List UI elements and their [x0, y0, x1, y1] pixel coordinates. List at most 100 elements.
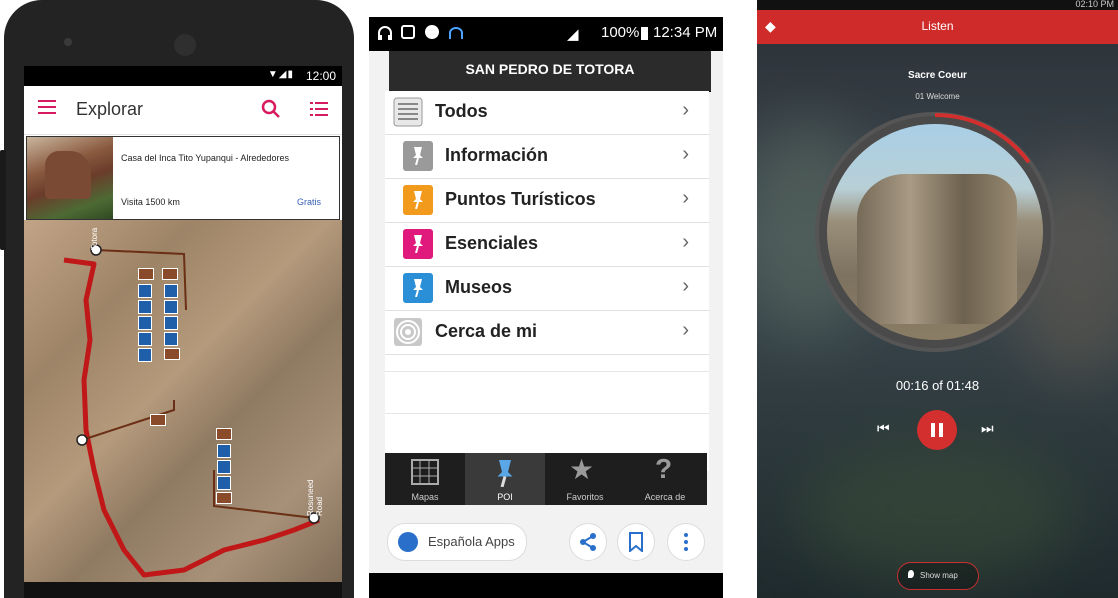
status-bar: ▼◢▮ 12:00: [24, 66, 342, 86]
skip-previous-icon[interactable]: ⏮: [877, 420, 890, 437]
tab-poi[interactable]: POI: [465, 453, 545, 505]
phone-side-button: [0, 150, 6, 250]
poi-icon[interactable]: [138, 300, 152, 314]
pause-button[interactable]: [917, 410, 957, 450]
chevron-right-icon: ›: [682, 231, 689, 253]
battery-icon: [641, 27, 648, 40]
chevron-right-icon: ›: [682, 143, 689, 165]
app-bar: ◆ Listen: [757, 10, 1118, 44]
route-overlay: [63, 244, 320, 578]
poi-icon[interactable]: [164, 332, 178, 346]
category-label: Puntos Turísticos: [445, 189, 596, 209]
poi-icon[interactable]: [217, 476, 231, 490]
skip-next-icon[interactable]: ⏭: [981, 420, 994, 437]
waypoint-marker: [76, 434, 88, 446]
category-cerca-de-mi[interactable]: Cerca de mi ›: [385, 311, 709, 355]
chevron-right-icon: ›: [682, 275, 689, 297]
app-bar: Explorar: [24, 86, 342, 135]
signal-icon: ◢: [567, 26, 579, 43]
poi-category-list: Todos › Información › Puntos Turísticos …: [385, 91, 709, 471]
ruin-image: [45, 151, 91, 199]
poi-icon[interactable]: [217, 460, 231, 474]
espanola-apps-label: Española Apps: [428, 534, 515, 549]
list-icon[interactable]: [310, 100, 328, 118]
poi-icon[interactable]: [216, 428, 232, 440]
category-label: Esenciales: [445, 233, 539, 253]
place-card[interactable]: Casa del Inca Tito Yupanqui - Alrededore…: [26, 136, 340, 220]
category-puntos-turisticos[interactable]: Puntos Turísticos ›: [385, 179, 709, 223]
poi-icon[interactable]: [162, 268, 178, 280]
category-label: Cerca de mi: [435, 321, 538, 341]
poi-icon[interactable]: [164, 348, 180, 360]
tab-acerca-de[interactable]: ? Acerca de: [625, 453, 705, 505]
status-time: 12:34 PM: [653, 24, 718, 41]
tab-label: Favoritos: [566, 492, 604, 502]
place-price: Gratis: [297, 197, 322, 207]
search-icon[interactable]: [260, 98, 282, 120]
poi-icon[interactable]: [217, 444, 231, 458]
battery-level: 100%: [601, 24, 640, 41]
category-label: Museos: [445, 277, 513, 297]
tab-favoritos[interactable]: ★ Favoritos: [545, 453, 625, 505]
nav-bar: [369, 573, 723, 598]
poi-icon[interactable]: [138, 268, 154, 280]
explore-screen: ▼◢▮ 12:00 Explorar Casa del Inca Tito Yu…: [24, 66, 342, 582]
question-icon: ?: [655, 453, 673, 484]
map-pin-icon: [908, 570, 914, 578]
poi-icon[interactable]: [164, 284, 178, 298]
share-button[interactable]: [569, 523, 607, 561]
chevron-right-icon: ›: [682, 187, 689, 209]
bottom-tab-bar: Mapas POI ★ Favoritos ? Acerca de: [385, 453, 707, 505]
divider: [385, 371, 709, 372]
menu-icon[interactable]: [38, 100, 56, 116]
pause-icon: [931, 423, 935, 437]
playback-timer: 00:16 of 01:48: [895, 378, 980, 393]
category-todos[interactable]: Todos ›: [385, 91, 709, 135]
progress-arc[interactable]: [815, 112, 1055, 352]
show-map-label: Show map: [920, 571, 958, 580]
status-bar: 02:10 PM: [757, 0, 1118, 10]
poi-icon[interactable]: [216, 492, 232, 504]
location-header: SAN PEDRO DE TOTORA: [389, 51, 711, 92]
tab-mapas[interactable]: Mapas: [385, 453, 465, 505]
signal-icon: ▼◢▮: [267, 69, 294, 80]
chevron-right-icon: ›: [682, 319, 689, 341]
nav-bar: [24, 582, 342, 598]
category-label: Todos: [435, 101, 488, 121]
category-informacion[interactable]: Información ›: [385, 135, 709, 179]
map-label-road: Rosuneed Road: [306, 479, 324, 516]
status-time: 02:10 PM: [1075, 0, 1114, 9]
share-icon: [580, 533, 596, 551]
espanola-apps-button[interactable]: Española Apps: [387, 523, 527, 561]
poi-icon[interactable]: [150, 414, 166, 426]
poi-icon[interactable]: [138, 348, 152, 362]
poi-icon[interactable]: [164, 316, 178, 330]
category-label: Información: [445, 145, 549, 165]
show-map-button[interactable]: Show map: [897, 562, 979, 590]
background-blur: [797, 440, 1077, 580]
bookmark-icon: [629, 532, 643, 552]
place-name: Sacre Coeur: [908, 70, 967, 81]
poi-icon[interactable]: [164, 300, 178, 314]
category-museos[interactable]: Museos ›: [385, 267, 709, 311]
earpiece-speaker: [174, 34, 196, 56]
more-button[interactable]: [667, 523, 705, 561]
phone-poi: ◢ 100% 12:34 PM SAN PEDRO DE TOTORA Todo…: [369, 17, 723, 598]
route-line: [63, 257, 320, 578]
bookmark-button[interactable]: [617, 523, 655, 561]
poi-icon[interactable]: [138, 332, 152, 346]
page-title: Explorar: [76, 99, 144, 119]
terrain-map[interactable]: Totora Rosuneed Road: [24, 220, 342, 582]
tab-label: POI: [497, 492, 513, 502]
map-icon: [411, 459, 439, 485]
pin-icon: [403, 141, 433, 171]
pin-icon: [403, 273, 433, 303]
category-esenciales[interactable]: Esenciales ›: [385, 223, 709, 267]
poi-icon[interactable]: [138, 316, 152, 330]
divider: [385, 413, 709, 414]
poi-icon[interactable]: [138, 284, 152, 298]
front-camera: [64, 38, 72, 46]
pause-icon: [939, 423, 943, 437]
status-bar: ◢ 100% 12:34 PM: [369, 17, 723, 51]
radar-icon: [394, 318, 422, 346]
